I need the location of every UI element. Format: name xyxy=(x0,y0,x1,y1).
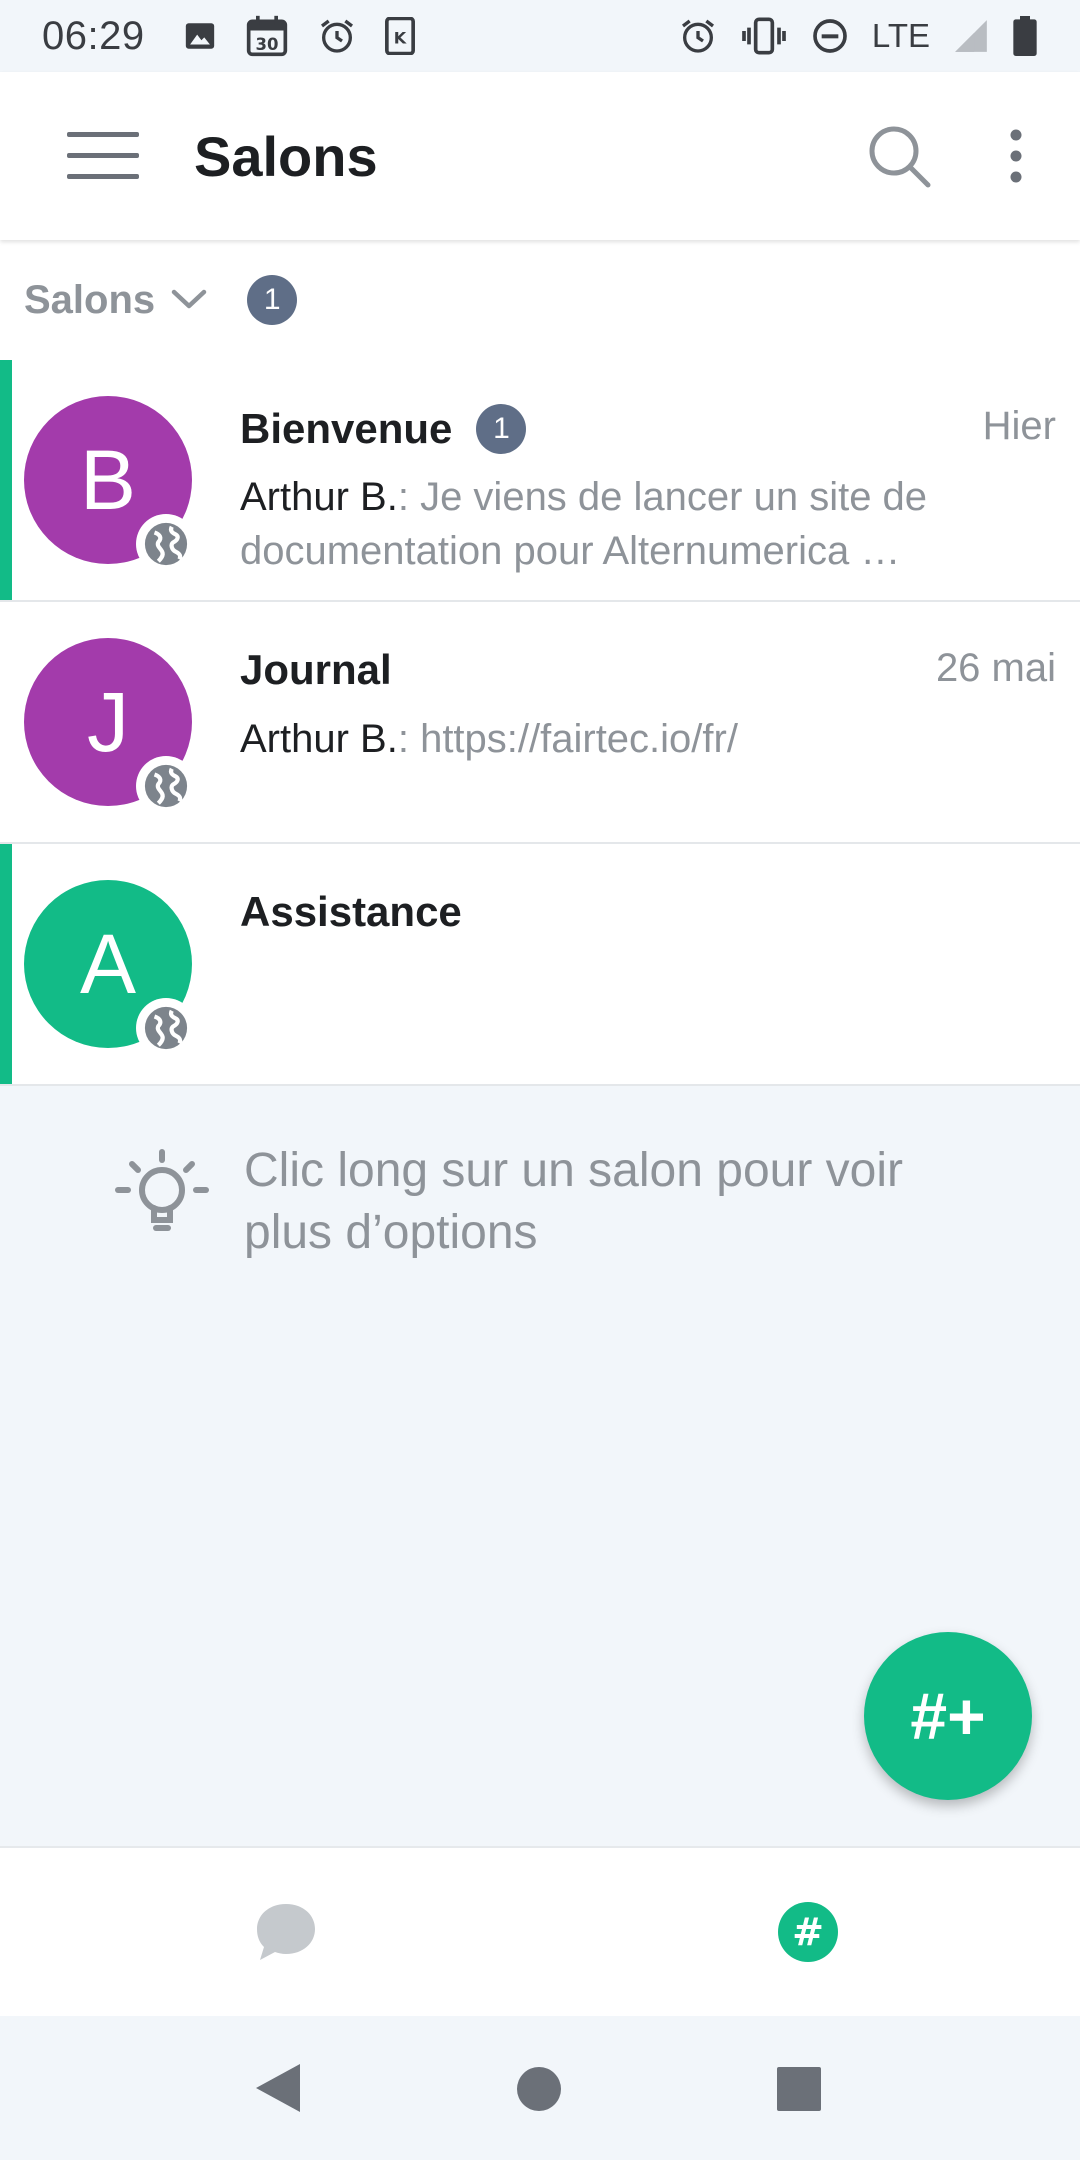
hash-glyph: # xyxy=(792,1910,824,1954)
dnd-icon xyxy=(810,16,850,56)
room-item-assistance[interactable]: A Assistance xyxy=(0,844,1080,1086)
section-header[interactable]: Salons 1 xyxy=(0,240,1080,360)
room-list-area: Salons 1 B Bienvenue 1 Hier Arthur B.: J… xyxy=(0,240,1080,1846)
room-item-journal[interactable]: J Journal 26 mai Arthur B.: https://fair… xyxy=(0,602,1080,844)
vibrate-icon xyxy=(740,16,788,56)
room-name-text: Bienvenue xyxy=(240,405,453,452)
bottom-nav: # xyxy=(0,1846,1080,2016)
room-name: Journal xyxy=(240,646,392,694)
search-icon xyxy=(869,126,931,188)
public-room-badge xyxy=(136,514,196,574)
calendar-icon: 30 xyxy=(245,14,289,58)
battery-icon xyxy=(1012,16,1038,56)
long-press-hint: Clic long sur un salon pour voir plus d’… xyxy=(110,1140,964,1264)
page-title: Salons xyxy=(194,124,378,188)
menu-icon xyxy=(67,132,139,179)
message-text: : https://fairtec.io/fr/ xyxy=(397,717,738,761)
status-bar: 06:29 30 K LTE xyxy=(0,0,1080,72)
alarm-icon xyxy=(678,16,718,56)
section-count-badge: 1 xyxy=(247,275,298,325)
message-author: Arthur B. xyxy=(240,717,398,761)
nav-rooms[interactable]: # xyxy=(557,1848,1080,2016)
status-time: 06:29 xyxy=(42,13,145,58)
lightbulb-icon xyxy=(115,1149,209,1231)
hint-text: Clic long sur un salon pour voir plus d’… xyxy=(244,1144,903,1259)
globe-icon xyxy=(144,764,188,808)
room-last-message: Arthur B.: https://fairtec.io/fr/ xyxy=(240,712,1046,766)
status-right-icons: LTE xyxy=(678,16,1038,56)
home-icon[interactable] xyxy=(516,2066,562,2112)
recents-icon[interactable] xyxy=(776,2066,822,2112)
public-room-badge xyxy=(136,756,196,816)
back-icon[interactable] xyxy=(254,2062,302,2114)
create-room-button[interactable]: #+ xyxy=(864,1632,1032,1800)
unread-badge: 1 xyxy=(476,404,527,454)
create-room-label: #+ xyxy=(910,1679,986,1753)
room-name: Bienvenue 1 xyxy=(240,404,527,454)
system-nav-bar xyxy=(0,2016,1080,2160)
room-name: Assistance xyxy=(240,888,462,936)
signal-icon xyxy=(952,17,990,55)
avatar-initial: A xyxy=(79,916,137,1011)
app-bar: Salons xyxy=(0,72,1080,240)
avatar-initial: J xyxy=(87,674,129,769)
room-last-message: Arthur B.: Je viens de lancer un site de… xyxy=(240,470,1046,578)
room-timestamp: Hier xyxy=(982,404,1056,448)
status-left-icons: 30 K xyxy=(183,14,415,58)
network-type: LTE xyxy=(871,17,930,54)
k-app-icon: K xyxy=(384,17,415,55)
public-room-badge xyxy=(136,998,196,1058)
chat-bubble-icon xyxy=(257,1904,315,1960)
hash-icon: # xyxy=(778,1902,838,1962)
room-name-text: Journal xyxy=(240,646,392,693)
room-timestamp: 26 mai xyxy=(935,646,1056,690)
chevron-down-icon xyxy=(171,288,207,312)
message-author: Arthur B. xyxy=(240,475,398,519)
more-vert-icon xyxy=(1010,129,1022,183)
room-name-text: Assistance xyxy=(240,888,462,935)
search-button[interactable] xyxy=(854,111,944,201)
nav-direct-messages[interactable] xyxy=(0,1848,557,2016)
more-options-button[interactable] xyxy=(986,111,1046,201)
image-icon xyxy=(183,19,217,53)
globe-icon xyxy=(144,522,188,566)
alarm-icon xyxy=(317,16,357,56)
menu-button[interactable] xyxy=(52,105,154,207)
calendar-day: 30 xyxy=(255,35,278,54)
globe-icon xyxy=(144,1006,188,1050)
k-app-glyph: K xyxy=(393,28,406,47)
section-label: Salons xyxy=(24,277,156,322)
room-item-bienvenue[interactable]: B Bienvenue 1 Hier Arthur B.: Je viens d… xyxy=(0,360,1080,602)
avatar-initial: B xyxy=(79,432,137,527)
